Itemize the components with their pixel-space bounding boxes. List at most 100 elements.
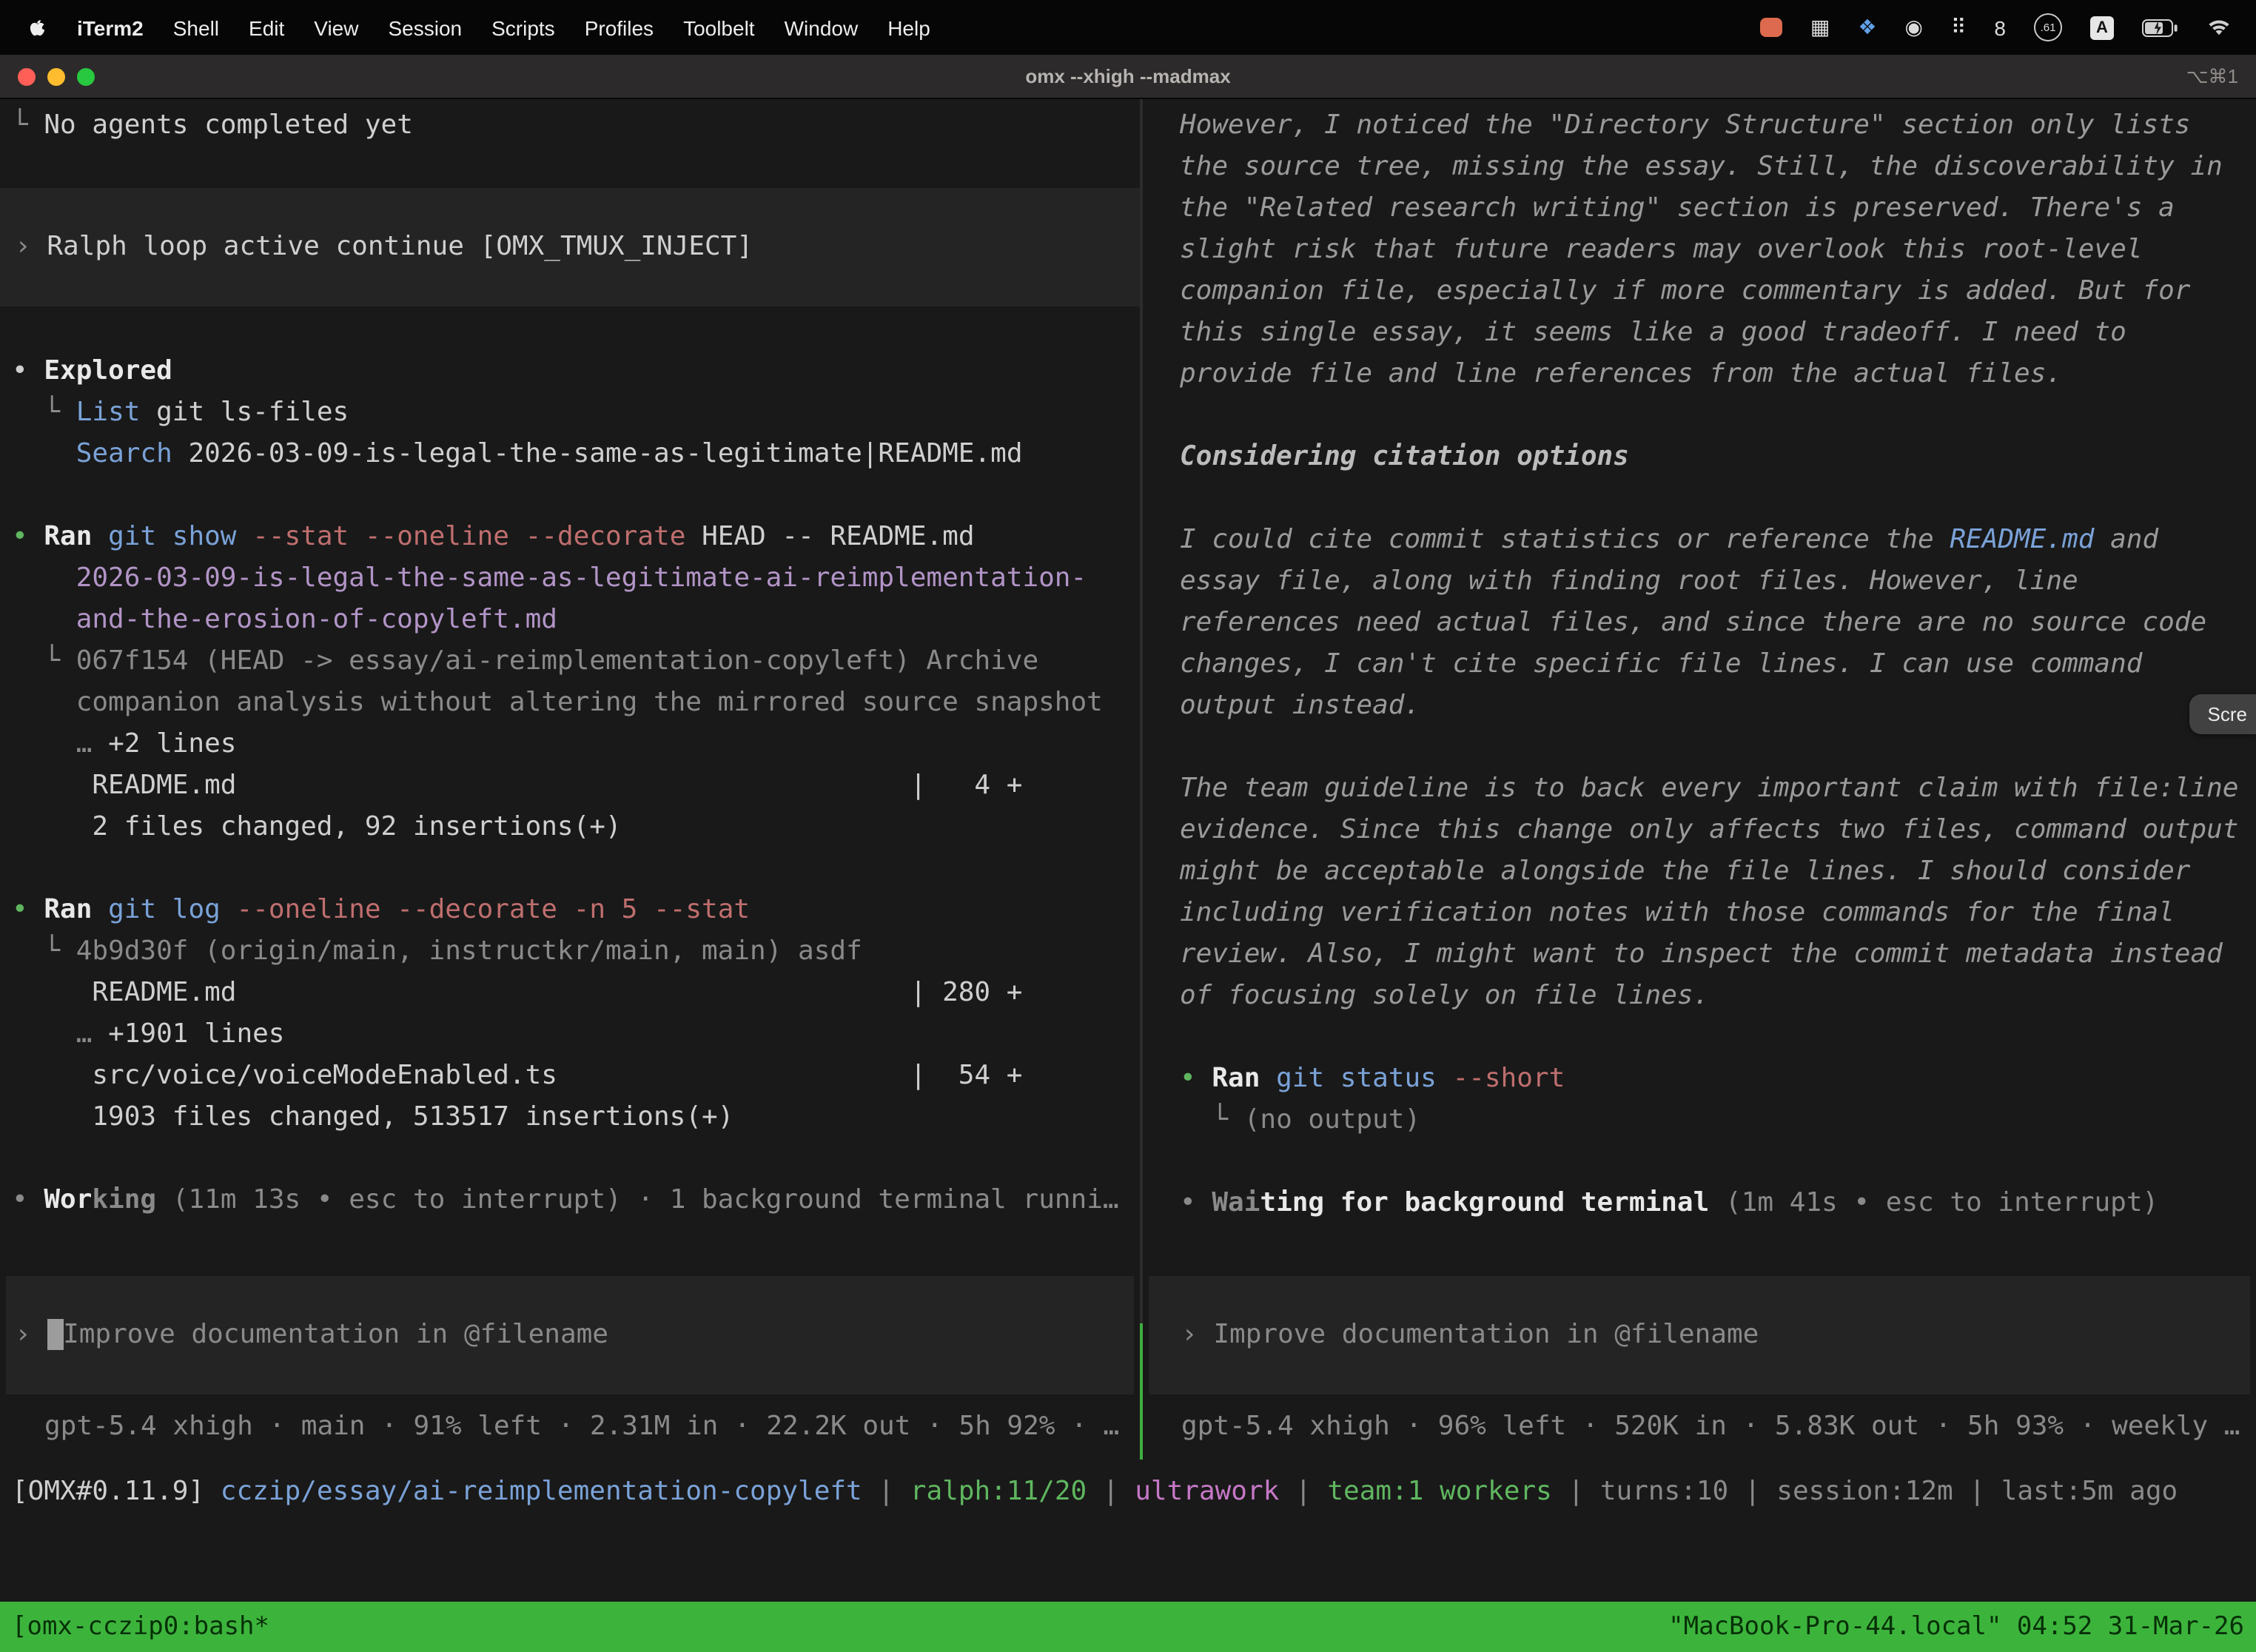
terminal-line: README.md | 4 + bbox=[12, 765, 1140, 807]
terminal-line: … +1901 lines bbox=[12, 1014, 1140, 1055]
terminal-line: I could cite commit statistics or refere… bbox=[1180, 520, 2256, 561]
terminal-line: essay file, along with finding root file… bbox=[1180, 561, 2256, 602]
window-title: omx --xhigh --madmax bbox=[151, 65, 2105, 87]
terminal-line: changes, I can't cite specific file line… bbox=[1180, 644, 2256, 685]
terminal-line: output instead. bbox=[1180, 685, 2256, 727]
terminal-line: and-the-erosion-of-copyleft.md bbox=[12, 600, 1140, 641]
battery-gauge-icon[interactable]: .61 bbox=[2034, 13, 2062, 41]
shutter-icon[interactable]: ◉ bbox=[1904, 15, 1922, 40]
tmux-pane-left[interactable]: └ No agents completed yet › Ralph loop ac… bbox=[0, 99, 1140, 1460]
input-source-icon[interactable]: A bbox=[2090, 16, 2114, 39]
prompt-input-left[interactable]: › Improve documentation in @filename bbox=[6, 1276, 1134, 1394]
terminal-line: of focusing solely on file lines. bbox=[1180, 976, 2256, 1017]
terminal-line: • Ran git show --stat --oneline --decora… bbox=[12, 517, 1140, 558]
window-shortcut-hint: ⌥⌘1 bbox=[2105, 64, 2256, 88]
terminal-line: 2026-03-09-is-legal-the-same-as-legitima… bbox=[12, 558, 1140, 600]
terminal-line: might be acceptable alongside the file l… bbox=[1180, 851, 2256, 893]
terminal-line: gpt-5.4 xhigh · main · 91% left · 2.31M … bbox=[44, 1406, 1128, 1448]
menu-item-view[interactable]: View bbox=[299, 16, 373, 39]
tmux-session-label: [omx-cczip0:bash* bbox=[12, 1612, 269, 1642]
terminal-line: README.md | 280 + bbox=[12, 973, 1140, 1014]
terminal-line: Considering citation options bbox=[1180, 437, 2256, 478]
terminal-line: the source tree, missing the essay. Stil… bbox=[1180, 147, 2256, 188]
terminal-line bbox=[1180, 1141, 2256, 1183]
terminal-line: slight risk that future readers may over… bbox=[1180, 229, 2256, 271]
terminal-line: 2 files changed, 92 insertions(+) bbox=[12, 807, 1140, 848]
terminal-line: └ 067f154 (HEAD -> essay/ai-reimplementa… bbox=[12, 641, 1140, 682]
screen-share-pill[interactable]: Scre bbox=[2190, 694, 2256, 734]
terminal-line bbox=[12, 475, 1140, 517]
screen-recording-indicator-icon[interactable] bbox=[1760, 18, 1782, 37]
terminal-line: └ No agents completed yet bbox=[12, 105, 1140, 147]
tmux-pane-right[interactable]: However, I noticed the "Directory Struct… bbox=[1143, 99, 2256, 1460]
terminal-line: • Working (11m 13s • esc to interrupt) ·… bbox=[12, 1180, 1140, 1221]
traffic-lights bbox=[0, 67, 151, 85]
menu-item-help[interactable]: Help bbox=[873, 16, 945, 39]
terminal-line bbox=[1180, 727, 2256, 768]
terminal-line: Search 2026-03-09-is-legal-the-same-as-l… bbox=[12, 434, 1140, 475]
apple-menu-icon[interactable] bbox=[21, 16, 53, 39]
injected-message-box: › Ralph loop active continue [OMX_TMUX_I… bbox=[0, 188, 1140, 306]
terminal-line bbox=[12, 1138, 1140, 1180]
terminal-line: companion analysis without altering the … bbox=[12, 682, 1140, 724]
terminal-line bbox=[12, 848, 1140, 890]
menu-app-name[interactable]: iTerm2 bbox=[62, 16, 158, 39]
terminal-line: › Ralph loop active continue [OMX_TMUX_I… bbox=[15, 226, 1140, 268]
tmux-status-bar: [omx-cczip0:bash* "MacBook-Pro-44.local"… bbox=[0, 1602, 2256, 1652]
terminal-line: the "Related research writing" section i… bbox=[1180, 188, 2256, 229]
model-status-left: gpt-5.4 xhigh · main · 91% left · 2.31M … bbox=[0, 1394, 1140, 1460]
terminal-line bbox=[1180, 1017, 2256, 1058]
macos-menu-bar: iTerm2 ShellEditViewSessionScriptsProfil… bbox=[0, 0, 2256, 55]
terminal-line: However, I noticed the "Directory Struct… bbox=[1180, 105, 2256, 147]
terminal-line: evidence. Since this change only affects… bbox=[1180, 810, 2256, 851]
terminal-line: • Waiting for background terminal (1m 41… bbox=[1180, 1183, 2256, 1224]
pane-right-scrollback[interactable]: However, I noticed the "Directory Struct… bbox=[1143, 99, 2256, 1276]
menu-item-window[interactable]: Window bbox=[770, 16, 873, 39]
menu-item-shell[interactable]: Shell bbox=[158, 16, 234, 39]
terminal-line: including verification notes with those … bbox=[1180, 893, 2256, 934]
numeral-icon[interactable]: 8 bbox=[1994, 16, 2006, 39]
terminal-line: [OMX#0.11.9] cczip/essay/ai-reimplementa… bbox=[12, 1471, 2256, 1513]
terminal-line: src/voice/voiceModeEnabled.ts | 54 + bbox=[12, 1055, 1140, 1097]
terminal-line: 1903 files changed, 513517 insertions(+) bbox=[12, 1097, 1140, 1138]
grid-icon[interactable]: ▦ bbox=[1810, 15, 1830, 40]
minimize-window-button[interactable] bbox=[47, 67, 65, 85]
menu-item-scripts[interactable]: Scripts bbox=[477, 16, 570, 39]
terminal-line: references need actual files, and since … bbox=[1180, 602, 2256, 644]
tmux-panes: └ No agents completed yet › Ralph loop ac… bbox=[0, 99, 2256, 1460]
window-title-bar[interactable]: omx --xhigh --madmax ⌥⌘1 bbox=[0, 55, 2256, 99]
wifi-icon[interactable] bbox=[2206, 18, 2232, 37]
tmux-host-clock-label: "MacBook-Pro-44.local" 04:52 31-Mar-26 bbox=[1668, 1612, 2244, 1642]
menu-item-profiles[interactable]: Profiles bbox=[570, 16, 668, 39]
zoom-window-button[interactable] bbox=[77, 67, 95, 85]
dots-grid-icon[interactable]: ⠿ bbox=[1951, 15, 1967, 40]
terminal-line: … +2 lines bbox=[12, 724, 1140, 765]
terminal-line: › Improve documentation in @filename bbox=[15, 1314, 1125, 1356]
close-window-button[interactable] bbox=[18, 67, 36, 85]
terminal-filler bbox=[0, 1513, 2256, 1602]
omx-status-bar: [OMX#0.11.9] cczip/essay/ai-reimplementa… bbox=[0, 1460, 2256, 1513]
terminal-line: • Explored bbox=[12, 351, 1140, 392]
model-status-right: gpt-5.4 xhigh · 96% left · 520K in · 5.8… bbox=[1143, 1394, 2256, 1460]
terminal-line: › Improve documentation in @filename bbox=[1181, 1314, 2241, 1356]
sparkle-icon[interactable]: ❖ bbox=[1858, 15, 1876, 40]
battery-icon[interactable] bbox=[2142, 19, 2178, 36]
menu-item-toolbelt[interactable]: Toolbelt bbox=[668, 16, 770, 39]
terminal-line: provide file and line references from th… bbox=[1180, 354, 2256, 395]
prompt-input-right[interactable]: › Improve documentation in @filename bbox=[1149, 1276, 2250, 1394]
terminal-window: └ No agents completed yet › Ralph loop ac… bbox=[0, 99, 2256, 1652]
terminal-line: review. Also, I might want to inspect th… bbox=[1180, 934, 2256, 976]
terminal-line: companion file, especially if more comme… bbox=[1180, 271, 2256, 312]
terminal-line: The team guideline is to back every impo… bbox=[1180, 768, 2256, 810]
menu-item-edit[interactable]: Edit bbox=[234, 16, 299, 39]
terminal-line: gpt-5.4 xhigh · 96% left · 520K in · 5.8… bbox=[1181, 1406, 2244, 1448]
terminal-line: • Ran git status --short bbox=[1180, 1058, 2256, 1100]
menu-item-session[interactable]: Session bbox=[373, 16, 477, 39]
terminal-line: this single essay, it seems like a good … bbox=[1180, 312, 2256, 354]
terminal-line bbox=[1180, 478, 2256, 520]
terminal-line: • Ran git log --oneline --decorate -n 5 … bbox=[12, 890, 1140, 931]
screen: iTerm2 ShellEditViewSessionScriptsProfil… bbox=[0, 0, 2256, 1652]
terminal-line: └ (no output) bbox=[1180, 1100, 2256, 1141]
pane-left-scrollback[interactable]: └ No agents completed yet › Ralph loop ac… bbox=[0, 99, 1140, 1276]
terminal-line bbox=[1180, 395, 2256, 437]
